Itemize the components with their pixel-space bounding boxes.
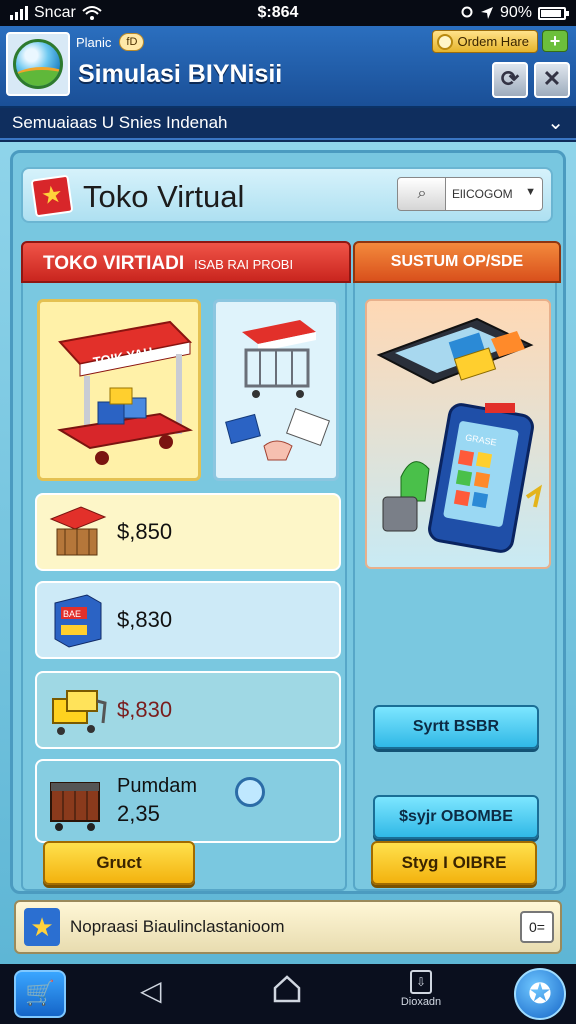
tab-subtitle: ISAB RAI PROBI bbox=[194, 257, 294, 272]
buy-button[interactable]: Gruct bbox=[43, 841, 195, 885]
item-price: $,830 bbox=[117, 607, 173, 632]
battery-fill bbox=[541, 9, 561, 17]
shopping-cart-card[interactable] bbox=[213, 299, 339, 481]
navigation-arrow-icon bbox=[480, 7, 493, 19]
search-button[interactable]: ⌕ bbox=[397, 177, 447, 211]
subtitle-text: Semuaiaas U Snies Indenah bbox=[12, 113, 228, 132]
shopping-cart-icon bbox=[225, 320, 331, 461]
dropdown-arrow-icon: ▼ bbox=[525, 186, 536, 198]
device-card[interactable]: GRASE bbox=[365, 299, 551, 569]
header-pill[interactable]: fD bbox=[119, 33, 145, 51]
subtitle-bar[interactable]: Semuaiaas U Snies Indenah ⌄ bbox=[0, 108, 576, 140]
download-nav-button[interactable]: ⇩ Dioxadn bbox=[398, 970, 444, 1008]
close-button[interactable]: ✕ bbox=[534, 62, 570, 98]
search-icon: ⌕ bbox=[417, 185, 427, 202]
download-label: Dioxadn bbox=[400, 996, 442, 1008]
coin-icon bbox=[437, 34, 454, 50]
list-item[interactable]: Pumdam 2,35 bbox=[35, 759, 341, 843]
store-inventory-column: TOKO VIRTIADI ISAB RAI PROBI TOIK YAH $,… bbox=[21, 241, 351, 891]
market-stand-icon: TOIK YAH bbox=[57, 320, 194, 465]
list-item[interactable]: $,830 bbox=[35, 671, 341, 749]
refresh-icon: ⟳ bbox=[500, 66, 520, 91]
app-title: Simulasi BIYNisii bbox=[78, 60, 283, 88]
upgrade-column: SUSTUM OP/SDE GRASE Syrtt BSBR $syjr OBO… bbox=[353, 241, 561, 891]
item-price: $,830 bbox=[117, 697, 173, 722]
notification-bar[interactable]: ★ Nopraasi Biaulinclastanioom 0= bbox=[14, 900, 562, 954]
chevron-down-icon[interactable]: ⌄ bbox=[547, 110, 564, 135]
back-arrow-icon: ◁ bbox=[140, 975, 162, 1006]
market-stall-icon bbox=[49, 506, 107, 556]
tab-title: TOKO VIRTIADI bbox=[43, 253, 185, 274]
tab-toko-virtual[interactable]: TOKO VIRTIADI ISAB RAI PROBI bbox=[21, 241, 351, 283]
dropdown-value: ElICOGOM bbox=[452, 187, 513, 201]
battery-icon bbox=[538, 6, 569, 20]
location-icon bbox=[461, 6, 473, 18]
back-button[interactable]: ◁ bbox=[140, 974, 162, 1007]
refresh-button[interactable]: ⟳ bbox=[492, 62, 528, 98]
info-icon[interactable] bbox=[235, 777, 265, 807]
item-price: $,850 bbox=[117, 519, 173, 544]
market-stand-card[interactable]: TOIK YAH bbox=[37, 299, 201, 481]
store-dropdown[interactable]: ElICOGOM ▼ bbox=[445, 177, 543, 211]
signal-icon bbox=[10, 6, 28, 20]
yellow-cart-icon bbox=[52, 690, 107, 735]
app-header: Planic fD Simulasi BIYNisii Ordem Hare +… bbox=[0, 26, 576, 108]
bottom-nav-bar: 🛒 ◁ ⇩ Dioxadn ✪ bbox=[0, 964, 576, 1024]
wifi-icon bbox=[82, 6, 102, 20]
favorites-nav-button[interactable]: ✪ bbox=[514, 968, 566, 1020]
cart-nav-button[interactable]: 🛒 bbox=[14, 970, 66, 1018]
carrier-label: Sncar bbox=[34, 4, 76, 21]
app-logo bbox=[6, 32, 70, 96]
item-value: 2,35 bbox=[117, 801, 160, 826]
notification-toggle-button[interactable]: 0= bbox=[520, 911, 554, 943]
star-icon: ✪ bbox=[528, 978, 552, 1009]
product-box-icon: BAE bbox=[54, 594, 102, 648]
upgrade-confirm-button[interactable]: Styg I OIBRE bbox=[371, 841, 537, 885]
notification-text: Nopraasi Biaulinclastanioom bbox=[70, 917, 285, 936]
home-icon bbox=[273, 975, 301, 1003]
tab-custom-upgrade[interactable]: SUSTUM OP/SDE bbox=[353, 241, 561, 283]
status-bar: Sncar $:864 90% bbox=[0, 0, 576, 26]
upgrade-button-2[interactable]: $syjr OBOMBE bbox=[373, 795, 539, 839]
add-currency-button[interactable]: + bbox=[542, 30, 568, 52]
star-badge-icon: ★ bbox=[30, 174, 74, 218]
upgrade-button-1[interactable]: Syrtt BSBR bbox=[373, 705, 539, 749]
home-button[interactable] bbox=[272, 974, 302, 1004]
download-icon: ⇩ bbox=[410, 970, 432, 994]
tablet-phone-icon: GRASE bbox=[376, 317, 543, 553]
grill-cart-icon bbox=[50, 782, 100, 831]
currency-badge-label: Ordem Hare bbox=[457, 34, 529, 49]
battery-percent: 90% bbox=[499, 4, 532, 21]
store-title: Toko Virtual bbox=[83, 179, 245, 214]
store-title-bar: ★ Toko Virtual ⌕ ElICOGOM ▼ bbox=[21, 167, 553, 223]
list-item[interactable]: BAE $,830 bbox=[35, 581, 341, 659]
globe-icon bbox=[13, 39, 63, 89]
list-item[interactable]: $,850 bbox=[35, 493, 341, 571]
close-icon: ✕ bbox=[542, 66, 562, 91]
box-label: BAE bbox=[63, 609, 81, 619]
star-wand-icon: ★ bbox=[24, 908, 60, 946]
clock: $:864 bbox=[257, 4, 299, 21]
main-area: ★ Toko Virtual ⌕ ElICOGOM ▼ TOKO VIRTIAD… bbox=[0, 142, 576, 964]
header-small-label: Planic bbox=[76, 34, 112, 50]
currency-badge[interactable]: Ordem Hare bbox=[432, 30, 538, 53]
cart-icon: 🛒 bbox=[25, 980, 55, 1007]
store-panel: ★ Toko Virtual ⌕ ElICOGOM ▼ TOKO VIRTIAD… bbox=[10, 150, 566, 894]
item-name: Pumdam bbox=[117, 775, 198, 797]
